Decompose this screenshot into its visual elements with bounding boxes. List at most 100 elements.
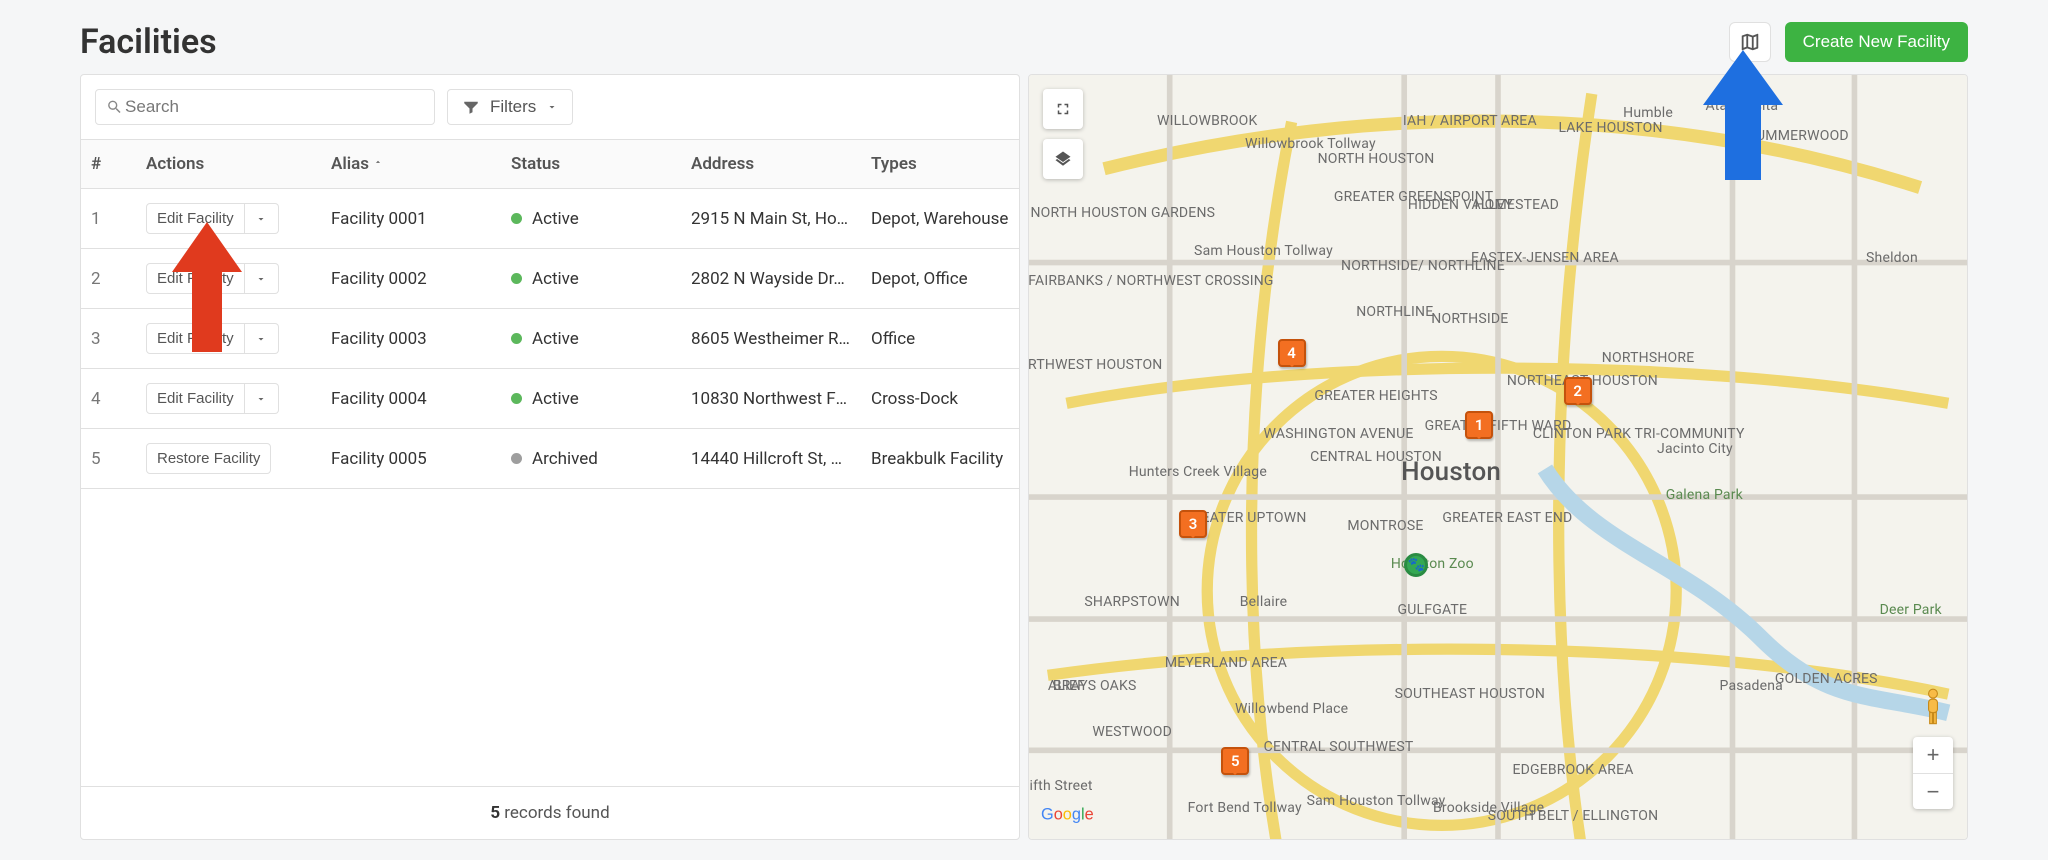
- row-status: Active: [501, 249, 681, 309]
- sort-asc-icon: [373, 157, 383, 167]
- row-types: Breakbulk Facility: [861, 429, 1019, 489]
- facilities-table-panel: Filters # Actions Alias Status Address: [80, 74, 1020, 840]
- table-row: 4 Edit Facility Facility 0004 Active 10830 N…: [81, 369, 1019, 429]
- col-alias[interactable]: Alias: [321, 140, 501, 189]
- layers-icon: [1054, 150, 1072, 168]
- status-dot-active: [511, 213, 522, 224]
- row-types: Depot, Office: [861, 249, 1019, 309]
- row-number: 1: [81, 189, 136, 249]
- row-number: 5: [81, 429, 136, 489]
- search-field[interactable]: [95, 89, 435, 125]
- row-alias: Facility 0002: [321, 249, 501, 309]
- filters-label: Filters: [490, 97, 536, 117]
- table-row: 1 Edit Facility Facility 0001 Active 2915 N …: [81, 189, 1019, 249]
- row-types: Office: [861, 309, 1019, 369]
- fullscreen-icon: [1054, 100, 1072, 118]
- row-actions-dropdown[interactable]: [245, 263, 279, 294]
- status-dot-active: [511, 273, 522, 284]
- row-status: Archived: [501, 429, 681, 489]
- edit-facility-button[interactable]: Edit Facility: [146, 263, 245, 294]
- map-zoom-out-button[interactable]: −: [1913, 773, 1953, 809]
- record-count: 5: [490, 803, 500, 823]
- map-marker-4[interactable]: 4: [1278, 339, 1306, 367]
- search-icon: [106, 98, 123, 116]
- row-types: Cross-Dock: [861, 369, 1019, 429]
- map-panel[interactable]: HoustonWILLOWBROOKWillowbrook TollwayNOR…: [1028, 74, 1968, 840]
- row-actions-dropdown[interactable]: [245, 203, 279, 234]
- map-fullscreen-button[interactable]: [1043, 89, 1083, 129]
- map-toggle-button[interactable]: [1729, 22, 1771, 62]
- search-input[interactable]: [123, 96, 424, 118]
- map-zoom-in-button[interactable]: +: [1913, 737, 1953, 773]
- col-actions[interactable]: Actions: [136, 140, 321, 189]
- row-actions: Edit Facility: [136, 249, 321, 309]
- map-marker-2[interactable]: 2: [1564, 377, 1592, 405]
- restore-facility-button[interactable]: Restore Facility: [146, 443, 271, 474]
- chevron-down-icon: [546, 101, 558, 113]
- edit-facility-button[interactable]: Edit Facility: [146, 383, 245, 414]
- status-label: Active: [532, 389, 579, 409]
- row-address: 14440 Hillcroft St, H…: [681, 429, 861, 489]
- row-alias: Facility 0003: [321, 309, 501, 369]
- row-number: 3: [81, 309, 136, 369]
- status-dot-archived: [511, 453, 522, 464]
- row-address: 2915 N Main St, Ho…: [681, 189, 861, 249]
- facilities-table: # Actions Alias Status Address Types 1 Ed…: [81, 139, 1019, 489]
- row-actions: Restore Facility: [136, 429, 321, 489]
- edit-facility-button[interactable]: Edit Facility: [146, 203, 245, 234]
- map-marker-1[interactable]: 1: [1465, 411, 1493, 439]
- row-actions-dropdown[interactable]: [245, 323, 279, 354]
- edit-facility-button[interactable]: Edit Facility: [146, 323, 245, 354]
- table-header-row: # Actions Alias Status Address Types: [81, 140, 1019, 189]
- poi-houston-zoo[interactable]: 🐾: [1404, 553, 1428, 577]
- map-marker-5[interactable]: 5: [1221, 747, 1249, 775]
- row-alias: Facility 0001: [321, 189, 501, 249]
- svg-text:Google: Google: [1041, 806, 1094, 824]
- row-alias: Facility 0004: [321, 369, 501, 429]
- pegman-streetview[interactable]: [1919, 687, 1947, 727]
- map-marker-3[interactable]: 3: [1179, 510, 1207, 538]
- row-number: 2: [81, 249, 136, 309]
- google-logo: Google: [1041, 803, 1111, 827]
- row-actions: Edit Facility: [136, 369, 321, 429]
- row-types: Depot, Warehouse: [861, 189, 1019, 249]
- chevron-down-icon: [255, 393, 267, 405]
- filter-icon: [462, 98, 480, 116]
- page-header: Facilities Create New Facility: [80, 10, 1968, 74]
- row-address: 10830 Northwest Fw…: [681, 369, 861, 429]
- row-address: 2802 N Wayside Dr…: [681, 249, 861, 309]
- header-actions: Create New Facility: [1729, 22, 1968, 62]
- create-facility-button[interactable]: Create New Facility: [1785, 22, 1968, 62]
- page-title: Facilities: [80, 22, 217, 62]
- row-actions-dropdown[interactable]: [245, 383, 279, 414]
- col-number[interactable]: #: [81, 140, 136, 189]
- filters-button[interactable]: Filters: [447, 89, 573, 125]
- table-toolbar: Filters: [81, 75, 1019, 139]
- chevron-down-icon: [255, 273, 267, 285]
- row-status: Active: [501, 369, 681, 429]
- col-status[interactable]: Status: [501, 140, 681, 189]
- status-label: Active: [532, 329, 579, 349]
- row-actions: Edit Facility: [136, 309, 321, 369]
- map-attribution: Google: [1041, 803, 1111, 831]
- row-address: 8605 Westheimer R…: [681, 309, 861, 369]
- col-address[interactable]: Address: [681, 140, 861, 189]
- row-status: Active: [501, 309, 681, 369]
- row-status: Active: [501, 189, 681, 249]
- map-layers-button[interactable]: [1043, 139, 1083, 179]
- map-zoom-controls: + −: [1913, 737, 1953, 809]
- paw-icon: 🐾: [1407, 557, 1424, 573]
- chevron-down-icon: [255, 333, 267, 345]
- record-count-suffix: records found: [500, 803, 610, 823]
- status-dot-active: [511, 393, 522, 404]
- map-controls-bottom-right: + −: [1913, 687, 1953, 809]
- row-number: 4: [81, 369, 136, 429]
- row-actions: Edit Facility: [136, 189, 321, 249]
- status-label: Active: [532, 209, 579, 229]
- col-types[interactable]: Types: [861, 140, 1019, 189]
- status-label: Active: [532, 269, 579, 289]
- map-icon: [1739, 31, 1761, 53]
- row-alias: Facility 0005: [321, 429, 501, 489]
- status-dot-active: [511, 333, 522, 344]
- table-row: 3 Edit Facility Facility 0003 Active 8605 We…: [81, 309, 1019, 369]
